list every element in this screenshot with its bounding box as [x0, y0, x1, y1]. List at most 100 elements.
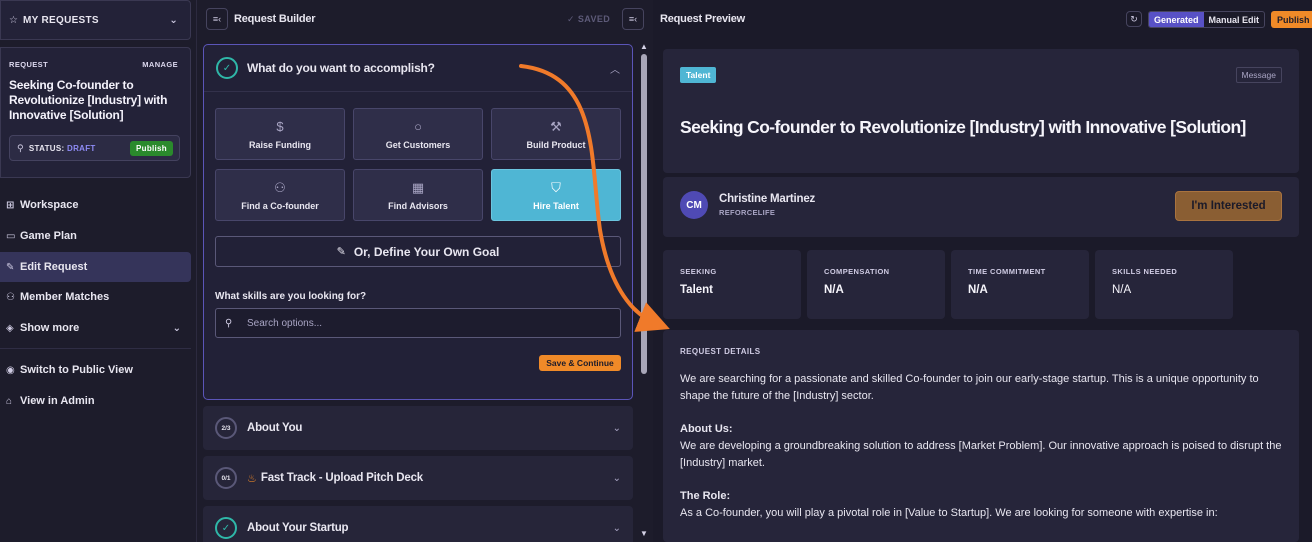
goal-panel-header[interactable]: ✓ What do you want to accomplish? ︿ — [204, 45, 632, 92]
check-icon: ✓ — [567, 14, 575, 24]
goal-hire-talent[interactable]: ⛉ Hire Talent — [491, 169, 621, 221]
goal-build-product[interactable]: ⚒ Build Product — [491, 108, 621, 160]
role-label: The Role: — [680, 490, 731, 502]
request-builder: ≡‹ Request Builder ✓ SAVED ≡‹ ✓ What do … — [198, 0, 653, 542]
collapse-right-icon: ≡‹ — [628, 14, 638, 24]
check-circle-icon: ✓ — [216, 57, 238, 79]
handshake-icon: ⛉ — [551, 179, 561, 195]
define-own-goal-button[interactable]: ✎ Or, Define Your Own Goal — [215, 236, 621, 267]
building-icon: ▦ — [411, 179, 425, 195]
manage-link[interactable]: MANAGE — [142, 60, 178, 69]
skills-search-box[interactable]: ⚲ — [215, 308, 621, 338]
star-icon: ☆ — [9, 14, 19, 26]
author-name: Christine Martinez — [719, 193, 816, 205]
chevron-down-icon: ⌄ — [172, 322, 181, 334]
chevron-down-icon: ⌄ — [612, 522, 621, 534]
sidebar-item-game-plan[interactable]: ▭ Game Plan — [0, 221, 191, 251]
own-goal-label: Or, Define Your Own Goal — [353, 244, 500, 259]
fire-icon: ♨ — [247, 472, 257, 485]
goal-raise-funding[interactable]: $ Raise Funding — [215, 108, 345, 160]
manual-edit-tab[interactable]: Manual Edit — [1204, 12, 1265, 27]
check-circle-icon: ✓ — [215, 517, 237, 539]
chevron-down-icon: ⌄ — [612, 472, 621, 484]
stat-value: N/A — [968, 284, 988, 296]
stat-key: COMPENSATION — [824, 267, 890, 276]
user-status-icon: ⚲ — [17, 142, 24, 153]
skills-label: What skills are you looking for? — [215, 291, 367, 302]
my-requests-dropdown[interactable]: ☆ MY REQUESTS ⌄ — [0, 0, 191, 40]
collapse-left-icon: ≡‹ — [212, 14, 222, 24]
builder-header: ≡‹ Request Builder ✓ SAVED ≡‹ — [198, 0, 653, 40]
progress-ring: 2/3 — [215, 417, 237, 439]
avatar: CM — [680, 191, 708, 219]
section-fast-track[interactable]: 0/1 ♨ Fast Track - Upload Pitch Deck ⌄ — [203, 456, 633, 500]
details-label: REQUEST DETAILS — [680, 347, 761, 356]
goal-label: Raise Funding — [248, 139, 311, 150]
collapse-sidebar-button[interactable]: ≡‹ — [206, 8, 228, 30]
builder-scrollbar[interactable]: ▲ ▼ — [639, 42, 649, 540]
about-us-label: About Us: — [680, 423, 733, 435]
details-intro: We are searching for a passionate and sk… — [680, 373, 1259, 402]
stat-time-commitment: TIME COMMITMENT N/A — [951, 250, 1089, 319]
section-about-you[interactable]: 2/3 About You ⌄ — [203, 406, 633, 450]
refresh-icon: ↻ — [1130, 13, 1138, 24]
progress-ring: 0/1 — [215, 467, 237, 489]
request-label: REQUEST — [9, 60, 49, 69]
goal-label: Get Customers — [385, 139, 451, 150]
message-button[interactable]: Message — [1235, 67, 1282, 83]
preview-publish-button[interactable]: Publish — [1271, 11, 1312, 28]
sidebar-item-label: Show more — [20, 322, 80, 334]
stat-compensation: COMPENSATION N/A — [807, 250, 945, 319]
sidebar-divider — [0, 348, 191, 349]
sidebar-item-label: Switch to Public View — [20, 364, 133, 376]
refresh-button[interactable]: ↻ — [1126, 11, 1142, 27]
collapse-builder-button[interactable]: ≡‹ — [622, 8, 644, 30]
save-continue-button[interactable]: Save & Continue — [539, 355, 621, 371]
goal-get-customers[interactable]: ○ Get Customers — [353, 108, 483, 160]
builder-title: Request Builder — [234, 13, 316, 25]
stat-value: Talent — [680, 284, 714, 296]
section-title: Fast Track - Upload Pitch Deck — [260, 472, 423, 484]
layers-icon: ◈ — [6, 322, 14, 334]
goal-label: Hire Talent — [533, 200, 579, 211]
stat-skills-needed: SKILLS NEEDED N/A — [1095, 250, 1233, 319]
author-card: CM Christine Martinez REFORCELIFE I'm In… — [663, 177, 1299, 237]
hammer-icon: ⚒ — [550, 118, 562, 134]
goal-label: Find Advisors — [388, 200, 448, 211]
status-value: DRAFT — [67, 143, 96, 153]
about-us-text: We are developing a groundbreaking solut… — [680, 440, 1282, 469]
section-about-startup[interactable]: ✓ About Your Startup ⌄ — [203, 506, 633, 542]
goal-label: Find a Co-founder — [241, 200, 319, 211]
goal-find-cofounder[interactable]: ⚇ Find a Co-founder — [215, 169, 345, 221]
view-in-admin-link[interactable]: ⌂ View in Admin — [0, 386, 191, 416]
skills-search-input[interactable] — [247, 317, 620, 329]
users-icon: ⚇ — [274, 179, 286, 195]
sidebar-publish-button[interactable]: Publish — [130, 140, 173, 156]
scrollbar-thumb[interactable] — [641, 54, 647, 374]
generated-tab[interactable]: Generated — [1149, 12, 1204, 27]
users-icon: ⚇ — [6, 291, 15, 303]
sidebar-item-label: Edit Request — [20, 261, 88, 273]
search-icon: ○ — [414, 118, 422, 134]
chevron-down-icon: ⌄ — [612, 422, 621, 434]
preview-headline: Seeking Co-founder to Revolutionize [Ind… — [680, 117, 1246, 137]
category-tag: Talent — [680, 67, 717, 83]
sidebar-item-member-matches[interactable]: ⚇ Member Matches — [0, 282, 191, 312]
sidebar-item-label: View in Admin — [20, 395, 95, 407]
scroll-up-arrow-icon[interactable]: ▲ — [640, 42, 648, 51]
sidebar-item-label: Member Matches — [20, 291, 110, 303]
interested-button[interactable]: I'm Interested — [1175, 191, 1282, 221]
goal-find-advisors[interactable]: ▦ Find Advisors — [353, 169, 483, 221]
sidebar-item-workspace[interactable]: ⊞ Workspace — [0, 190, 191, 220]
sidebar-item-label: Game Plan — [20, 230, 77, 242]
goal-panel: ✓ What do you want to accomplish? ︿ $ Ra… — [203, 44, 633, 400]
request-title: Seeking Co-founder to Revolutionize [Ind… — [9, 78, 168, 122]
scroll-down-arrow-icon[interactable]: ▼ — [640, 529, 648, 538]
preview-title: Request Preview — [660, 13, 746, 25]
chevron-up-icon: ︿ — [610, 64, 620, 76]
sidebar-item-show-more[interactable]: ◈ Show more ⌄ — [0, 313, 191, 343]
request-card: REQUEST MANAGE Seeking Co-founder to Rev… — [0, 47, 191, 178]
request-preview: Request Preview ↻ Generated Manual Edit … — [653, 0, 1312, 542]
sidebar-item-edit-request[interactable]: ✎ Edit Request — [0, 252, 191, 282]
switch-public-view-link[interactable]: ◉ Switch to Public View — [0, 355, 191, 385]
